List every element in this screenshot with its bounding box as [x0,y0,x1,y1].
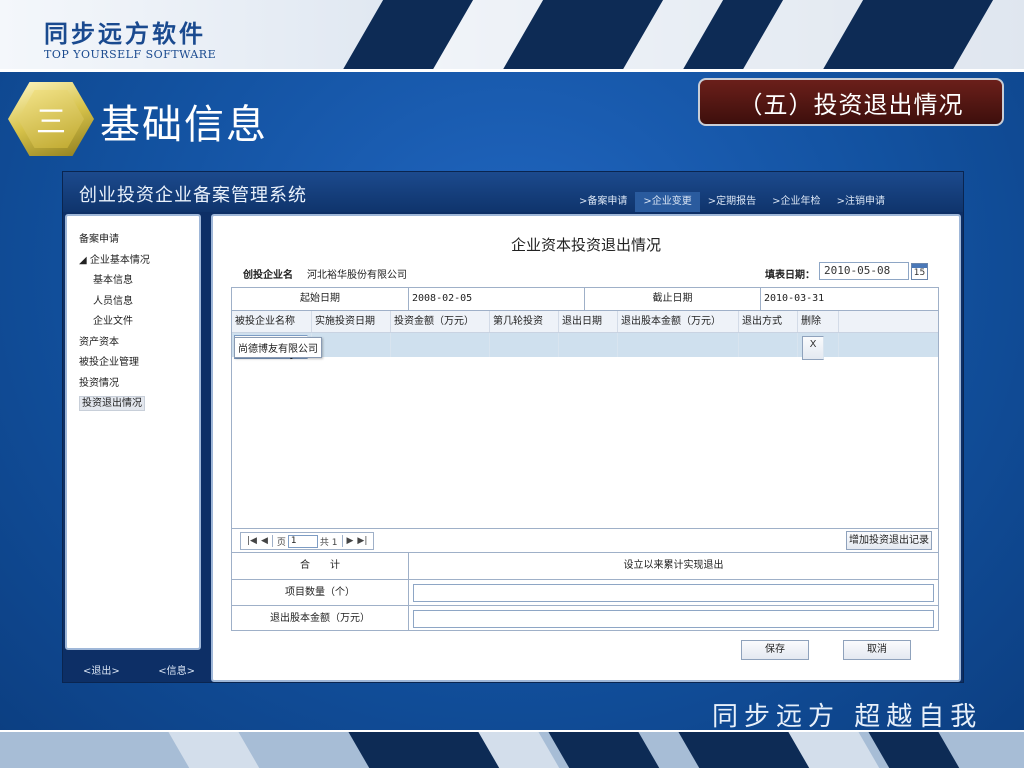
sidebar-item-staff-info[interactable]: 人员信息 [79,292,199,313]
summary-row-count: 项目数量（个） [232,579,938,605]
exit-amount-input[interactable] [413,610,934,628]
sidebar-item-filing-apply[interactable]: 备案申请 [79,230,199,251]
sidebar-item-company-files[interactable]: 企业文件 [79,312,199,333]
subsection-title: （五）投资退出情况 [738,90,964,119]
project-count-label: 项目数量（个） [232,580,409,605]
company-name-en: TOP YOURSELF SOFTWARE [44,48,217,61]
pager-bar: |◀ ◀ 页 1 共 1 ▶ ▶| 增加投资退出记录 [231,529,939,553]
nav-filing-apply[interactable]: >备案申请 [571,192,635,212]
cell-delete: X [798,333,839,360]
col-invest-amount: 投资金额（万元） [391,311,490,332]
save-button[interactable]: 保存 [741,640,809,660]
pager-divider [271,535,273,547]
sidebar-item-investments[interactable]: 投资情况 [79,374,199,395]
first-page-icon[interactable]: |◀ [247,536,257,546]
nav-annual-inspection[interactable]: >企业年检 [764,192,828,212]
summary-table: 合 计 设立以来累计实现退出 项目数量（个） 退出股本金额（万元） [231,553,939,631]
page-label: 页 [276,537,286,548]
table-row: X [232,333,938,360]
corp-name-label: 创投企业名 [243,270,293,281]
fill-date-label: 填表日期： [765,270,815,281]
add-exit-record-button[interactable]: 增加投资退出记录 [846,531,932,550]
delete-row-button[interactable]: X [802,336,824,360]
end-date-value[interactable]: 2010-03-31 [761,288,938,310]
pagination: |◀ ◀ 页 1 共 1 ▶ ▶| [240,532,375,550]
grid-header: 被投企业名称 实施投资日期 投资金额（万元） 第几轮投资 退出日期 退出股本金额… [232,311,938,333]
subsection-badge: （五）投资退出情况 [698,78,1004,126]
summary-row-amount: 退出股本金额（万元） [232,605,938,631]
nav-periodic-report[interactable]: >定期报告 [700,192,764,212]
col-exit-method: 退出方式 [739,311,798,332]
summary-row-total: 合 计 设立以来累计实现退出 [232,553,938,579]
prev-page-icon[interactable]: ◀ [261,536,268,546]
cell-round[interactable] [490,333,559,357]
form-title: 企业资本投资退出情况 [510,236,661,254]
cell-exit-date[interactable] [559,333,618,357]
project-count-cell [409,580,938,605]
cell-exit-amount[interactable] [618,333,739,357]
slide-footer-banner [0,732,1024,768]
sidebar-item-basic-info[interactable]: 基本信息 [79,271,199,292]
logout-link[interactable]: <退出> [83,662,120,682]
pager-divider [341,535,343,547]
page-number-input[interactable]: 1 [287,534,318,548]
total-pages: 共 1 [319,537,338,548]
nav-company-change[interactable]: >企业变更 [635,192,700,212]
exit-amount-cell [409,606,938,631]
sidebar-item-company-basic[interactable]: ◢ 企业基本情况 [79,251,199,272]
col-exit-date: 退出日期 [559,311,618,332]
end-date-label: 截止日期 [585,288,761,310]
exit-records-grid: 被投企业名称 实施投资日期 投资金额（万元） 第几轮投资 退出日期 退出股本金额… [231,311,939,529]
cell-filler [839,333,938,357]
cell-exit-method[interactable] [739,333,798,357]
sidebar: 备案申请 ◢ 企业基本情况 基本信息 人员信息 企业文件 资产资本 被投企业管理… [65,214,201,650]
sidebar-footer: <退出> <信息> [63,656,203,682]
dropdown-option-company[interactable]: 尚德博友有限公司 [234,337,322,358]
banner-stripe [542,732,668,768]
project-count-input[interactable] [413,584,934,602]
next-page-icon[interactable]: ▶ [347,536,354,546]
nav-cancel-apply[interactable]: >注销申请 [829,192,893,212]
col-delete: 删除 [798,311,839,332]
start-date-label: 起始日期 [232,288,409,310]
app-window: 创业投资企业备案管理系统 >备案申请 >企业变更 >定期报告 >企业年检 >注销… [62,171,964,683]
fill-date-input[interactable]: 2010-05-08 [819,262,909,280]
calendar-icon[interactable]: 15 [911,263,928,280]
sidebar-item-invested-companies[interactable]: 被投企业管理 [79,353,199,374]
cancel-button[interactable]: 取消 [843,640,911,660]
period-row: 起始日期 2008-02-05 截止日期 2010-03-31 [231,287,939,311]
app-header: 创业投资企业备案管理系统 >备案申请 >企业变更 >定期报告 >企业年检 >注销… [63,172,963,212]
start-date-value[interactable]: 2008-02-05 [409,288,585,310]
summary-total-header: 设立以来累计实现退出 [623,560,724,571]
col-exit-amount: 退出股本金额（万元） [618,311,739,332]
sidebar-item-investment-exit[interactable]: 投资退出情况 [79,394,199,415]
top-nav: >备案申请 >企业变更 >定期报告 >企业年检 >注销申请 [571,192,893,212]
app-title: 创业投资企业备案管理系统 [79,185,307,206]
corp-name-value: 河北裕华股份有限公司 [307,270,407,281]
col-round: 第几轮投资 [490,311,559,332]
col-invest-date: 实施投资日期 [312,311,391,332]
cell-invest-amount[interactable] [391,333,490,357]
sidebar-item-assets[interactable]: 资产资本 [79,333,199,354]
col-invested-company: 被投企业名称 [232,311,312,332]
cell-invest-date[interactable] [312,333,391,357]
company-name-cn: 同步远方软件 [44,20,206,48]
banner-stripe [162,732,268,768]
exit-amount-label: 退出股本金额（万元） [232,606,409,631]
slogan: 同步远方 超越自我 [712,702,983,732]
summary-total-label: 合 计 [232,553,409,579]
info-link[interactable]: <信息> [158,662,195,682]
form-panel: 企业资本投资退出情况 创投企业名 河北裕华股份有限公司 填表日期： 2010-0… [211,214,961,682]
section-title: 基础信息 [100,102,268,148]
banner-stripe [862,732,968,768]
last-page-icon[interactable]: ▶| [357,536,367,546]
